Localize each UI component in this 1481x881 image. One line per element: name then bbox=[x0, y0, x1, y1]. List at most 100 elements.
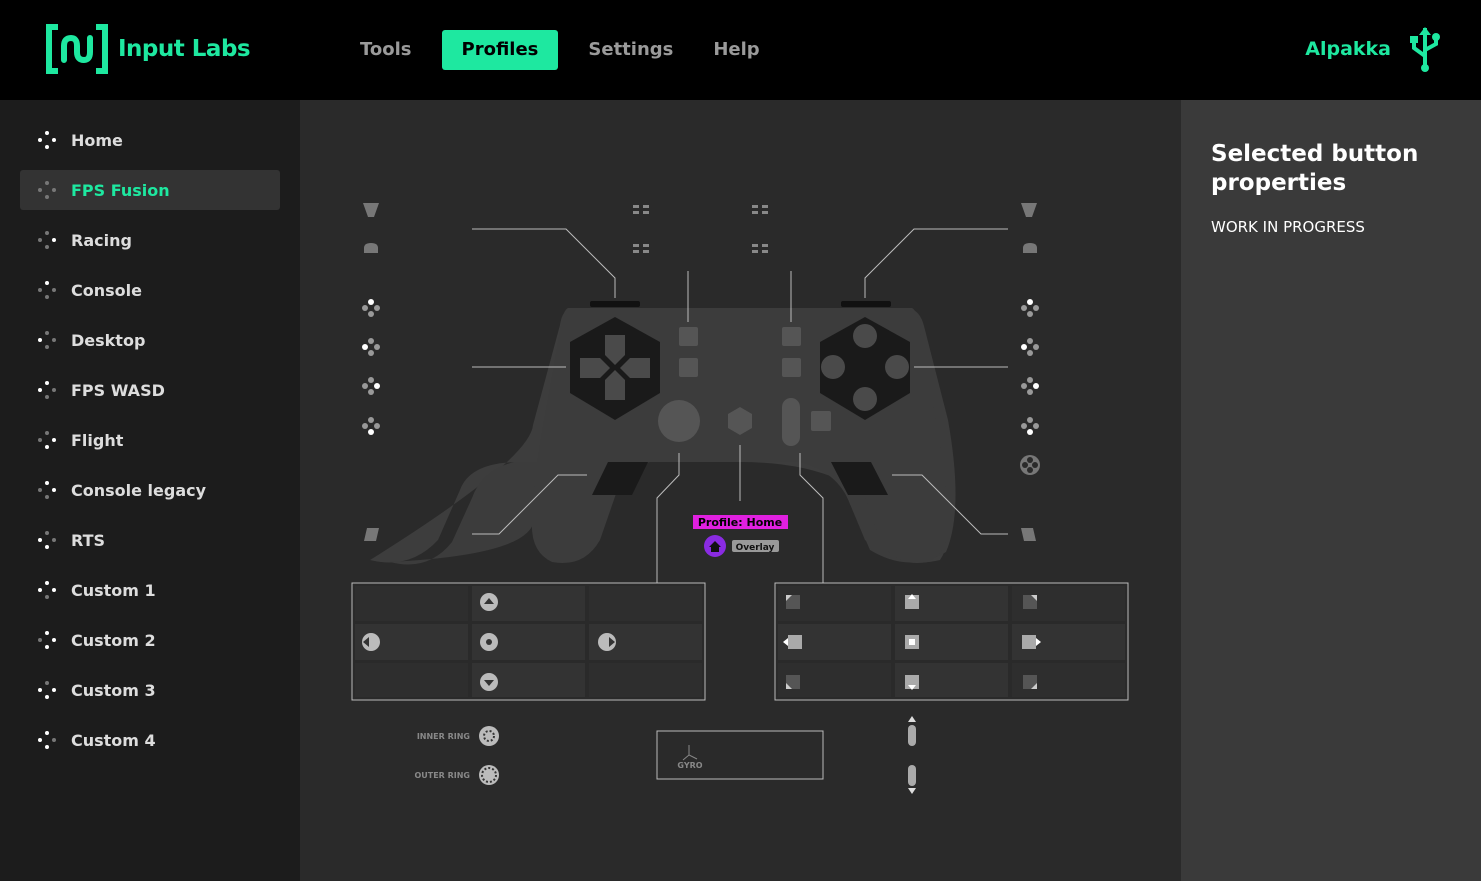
face-bottom-icon[interactable] bbox=[1021, 417, 1039, 435]
right-bumper[interactable] bbox=[841, 301, 891, 307]
dpad-dots-icon bbox=[38, 181, 56, 199]
sidebar-item-label: Flight bbox=[71, 430, 124, 450]
sidebar-item-desktop[interactable]: Desktop bbox=[20, 320, 280, 360]
stick-down-icon[interactable] bbox=[480, 673, 498, 691]
brand-name: Input Labs bbox=[118, 36, 251, 62]
sidebar-item-label: FPS Fusion bbox=[71, 180, 170, 200]
profile-sidebar: Home FPS Fusion Racing Console Desktop F… bbox=[0, 100, 300, 881]
top-bar: Input Labs Tools Profiles Settings Help … bbox=[0, 0, 1481, 100]
sidebar-item-label: Racing bbox=[71, 230, 132, 250]
profile-badge: Profile: Home bbox=[698, 516, 782, 529]
left-icon-column bbox=[362, 203, 380, 541]
right-paddle-icon[interactable] bbox=[1021, 528, 1036, 541]
sidebar-item-custom-3[interactable]: Custom 3 bbox=[20, 670, 280, 710]
left-bumper-icon[interactable] bbox=[364, 243, 378, 253]
panel-title: Selected button properties bbox=[1211, 141, 1419, 196]
dpad-dots-icon bbox=[38, 531, 56, 549]
sidebar-item-fps-fusion[interactable]: FPS Fusion bbox=[20, 170, 280, 210]
scroll-wheel[interactable] bbox=[782, 398, 800, 446]
brand-logo[interactable]: Input Labs bbox=[46, 24, 251, 74]
mouse-down-icon[interactable] bbox=[905, 675, 919, 690]
panel-status: WORK IN PROGRESS bbox=[1211, 218, 1365, 236]
dpad-left-icon[interactable] bbox=[362, 338, 380, 356]
inner-ring-label: INNER RING bbox=[417, 732, 470, 741]
button-b[interactable] bbox=[885, 355, 909, 379]
controller-diagram-area: Profile: Home Overlay INNER RING OUTER R… bbox=[300, 100, 1181, 881]
stick-left-icon[interactable] bbox=[362, 633, 380, 651]
face-top-icon[interactable] bbox=[1021, 299, 1039, 317]
mouse-up-right-icon[interactable] bbox=[1023, 595, 1037, 609]
dpad-dots-icon bbox=[38, 331, 56, 349]
mouse-up-icon[interactable] bbox=[905, 594, 919, 609]
dpad-down-icon[interactable] bbox=[362, 417, 380, 435]
select-start-icons[interactable] bbox=[633, 205, 768, 253]
left-paddle-icon[interactable] bbox=[364, 528, 379, 541]
stick-right-icon[interactable] bbox=[598, 633, 616, 651]
mouse-down-right-icon[interactable] bbox=[1023, 675, 1037, 689]
dpad-dots-icon bbox=[38, 281, 56, 299]
outer-ring-label: OUTER RING bbox=[414, 771, 470, 780]
outer-ring-icon[interactable] bbox=[479, 765, 499, 785]
nav-help[interactable]: Help bbox=[693, 30, 779, 70]
sidebar-item-fps-wasd[interactable]: FPS WASD bbox=[20, 370, 280, 410]
sidebar-item-custom-4[interactable]: Custom 4 bbox=[20, 720, 280, 760]
device-status[interactable]: Alpakka bbox=[1305, 26, 1441, 72]
gyro-label: GYRO bbox=[677, 761, 702, 770]
face-right-icon[interactable] bbox=[1021, 377, 1039, 395]
thumbstick[interactable] bbox=[658, 400, 700, 442]
dpad-up-icon[interactable] bbox=[362, 299, 380, 317]
sidebar-item-label: FPS WASD bbox=[71, 380, 165, 400]
sidebar-item-label: RTS bbox=[71, 530, 106, 550]
right-mouse-grid bbox=[774, 582, 1129, 701]
sidebar-item-label: Custom 1 bbox=[71, 580, 156, 600]
left-bumper[interactable] bbox=[590, 301, 640, 307]
right-bumper-icon[interactable] bbox=[1023, 243, 1037, 253]
face-left-icon[interactable] bbox=[1021, 338, 1039, 356]
select-1-button[interactable] bbox=[679, 327, 698, 346]
sidebar-item-home[interactable]: Home bbox=[20, 120, 280, 160]
sidebar-item-label: Custom 4 bbox=[71, 730, 156, 750]
sidebar-item-rts[interactable]: RTS bbox=[20, 520, 280, 560]
mouse-center-icon[interactable] bbox=[905, 635, 919, 649]
dpad-right-icon[interactable] bbox=[362, 377, 380, 395]
nav-tools[interactable]: Tools bbox=[340, 30, 432, 70]
sidebar-item-custom-2[interactable]: Custom 2 bbox=[20, 620, 280, 660]
mouse-down-left-icon[interactable] bbox=[786, 675, 800, 689]
button-y[interactable] bbox=[853, 324, 877, 348]
gyro-box[interactable] bbox=[656, 730, 824, 780]
mouse-up-left-icon[interactable] bbox=[786, 595, 800, 609]
dpad-dots-icon bbox=[38, 581, 56, 599]
face-all-icon[interactable] bbox=[1020, 455, 1040, 475]
sidebar-item-flight[interactable]: Flight bbox=[20, 420, 280, 460]
main-nav: Tools Profiles Settings Help bbox=[340, 30, 780, 70]
input-labs-logo-icon bbox=[46, 24, 108, 74]
sidebar-item-console-legacy[interactable]: Console legacy bbox=[20, 470, 280, 510]
sidebar-item-racing[interactable]: Racing bbox=[20, 220, 280, 260]
aux-button[interactable] bbox=[811, 411, 831, 431]
start-1-button[interactable] bbox=[782, 327, 801, 346]
sidebar-item-console[interactable]: Console bbox=[20, 270, 280, 310]
right-trigger-icon[interactable] bbox=[1021, 203, 1037, 217]
sidebar-item-custom-1[interactable]: Custom 1 bbox=[20, 570, 280, 610]
gyro-icon bbox=[682, 745, 698, 761]
select-2-button[interactable] bbox=[679, 358, 698, 377]
sidebar-item-label: Console legacy bbox=[71, 480, 207, 500]
scroll-down-icon[interactable] bbox=[908, 765, 916, 794]
button-properties-panel: Selected button properties WORK IN PROGR… bbox=[1181, 100, 1481, 881]
nav-profiles[interactable]: Profiles bbox=[441, 30, 559, 70]
scroll-up-icon[interactable] bbox=[908, 716, 916, 746]
nav-settings[interactable]: Settings bbox=[568, 30, 693, 70]
start-2-button[interactable] bbox=[782, 358, 801, 377]
dpad-dots-icon bbox=[38, 131, 56, 149]
overlay-badge[interactable]: Overlay bbox=[736, 543, 775, 553]
left-stick-grid bbox=[351, 582, 706, 701]
device-name: Alpakka bbox=[1305, 38, 1391, 60]
button-a[interactable] bbox=[853, 387, 877, 411]
stick-center-icon[interactable] bbox=[480, 633, 498, 651]
button-x[interactable] bbox=[821, 355, 845, 379]
sidebar-item-label: Console bbox=[71, 280, 142, 300]
stick-up-icon[interactable] bbox=[480, 593, 498, 611]
inner-ring-icon[interactable] bbox=[479, 726, 499, 746]
left-trigger-icon[interactable] bbox=[363, 203, 379, 217]
sidebar-item-label: Desktop bbox=[71, 330, 146, 350]
